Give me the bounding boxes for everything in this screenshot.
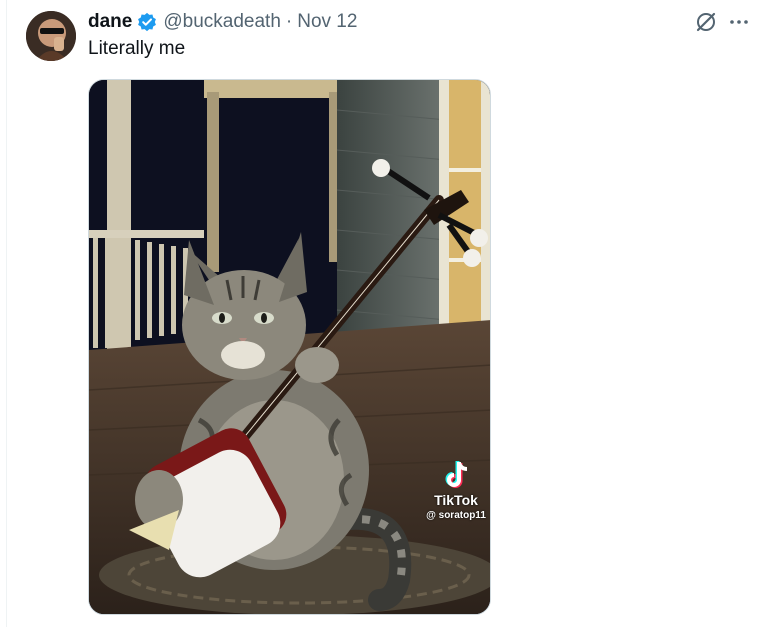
more-icon[interactable]	[728, 11, 750, 33]
tweet-media[interactable]: TikTok @ soratop11	[88, 79, 491, 615]
tweet-date[interactable]: Nov 12	[297, 11, 357, 33]
author-handle[interactable]: @buckadeath	[163, 11, 281, 33]
tiktok-username: @ soratop11	[426, 510, 486, 521]
author-name[interactable]: dane	[88, 11, 132, 33]
tiktok-brand: TikTok	[434, 492, 478, 508]
tweet-text: Literally me	[88, 38, 186, 59]
tiktok-logo-icon	[442, 460, 470, 490]
grok-icon[interactable]	[695, 11, 717, 33]
author-avatar[interactable]	[26, 11, 76, 61]
tiktok-watermark: TikTok @ soratop11	[416, 460, 490, 521]
timeline-border	[6, 0, 7, 627]
tweet-header: dane @buckadeath · Nov 12	[88, 9, 357, 35]
header-separator: ·	[285, 11, 293, 32]
cat-playing-shamisen-image	[89, 80, 490, 614]
verified-badge-icon	[137, 12, 157, 32]
